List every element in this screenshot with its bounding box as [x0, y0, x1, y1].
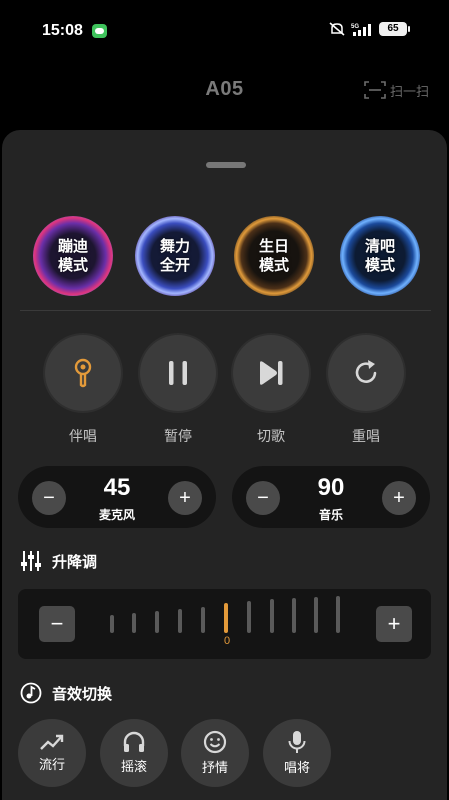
mode-label: 蹦迪 模式 — [57, 238, 88, 274]
music-note-icon — [20, 682, 42, 704]
pitch-tick — [178, 609, 182, 633]
status-time: 15:08 — [42, 22, 83, 39]
scan-button[interactable]: 扫一扫 — [364, 80, 429, 100]
ctrl-label: 暂停 — [164, 428, 192, 444]
pause-icon — [169, 361, 187, 385]
status-icons: 5G 65 — [329, 22, 410, 36]
effect-lyrical-button[interactable]: 抒情 — [181, 719, 249, 787]
mode-disco[interactable]: 蹦迪 模式 — [33, 216, 113, 296]
effect-section-title: 音效切换 — [20, 682, 112, 704]
pitch-control: − 0 + — [18, 589, 431, 659]
skip-button[interactable] — [233, 335, 309, 411]
mode-birthday[interactable]: 生日 模式 — [234, 216, 314, 296]
mode-dance[interactable]: 舞力 全开 — [135, 216, 215, 296]
pitch-tick — [292, 598, 296, 633]
5g-signal-icon: 5G — [351, 24, 371, 36]
smile-icon — [203, 730, 227, 754]
skip-next-icon — [260, 361, 283, 385]
pitch-tick — [247, 601, 251, 633]
pitch-increase-button[interactable]: + — [376, 606, 412, 642]
equalizer-icon — [21, 551, 41, 571]
replay-icon — [355, 360, 377, 383]
ctrl-label: 伴唱 — [69, 428, 97, 444]
music-volume-control: − 90 音乐 + — [232, 466, 430, 528]
pitch-tick — [314, 597, 318, 633]
mic-volume-increase-button[interactable]: + — [168, 481, 202, 515]
pitch-title: 升降调 — [52, 553, 98, 571]
divider — [20, 310, 431, 311]
ctrl-label: 重唱 — [352, 428, 380, 444]
pitch-tick — [270, 599, 274, 633]
mode-label: 生日 模式 — [258, 238, 289, 274]
control-sheet: 蹦迪 模式 舞力 全开 生日 模式 清吧 模式 伴唱 暂停 切歌 重唱 − 45… — [2, 130, 447, 800]
pitch-tick — [155, 611, 159, 633]
scan-icon — [364, 81, 386, 99]
status-bar: 15:08 5G 65 — [0, 0, 449, 62]
pitch-indicator[interactable] — [224, 603, 228, 633]
effect-pop-button[interactable]: 流行 — [18, 719, 86, 787]
microphone-icon — [288, 731, 306, 753]
effect-label: 流行 — [38, 757, 65, 772]
effect-label: 唱将 — [283, 760, 310, 775]
pitch-tick — [336, 596, 340, 633]
pitch-tick — [110, 615, 114, 633]
microphone-icon — [74, 358, 92, 388]
headphones-icon — [123, 731, 145, 752]
sheet-handle[interactable] — [206, 162, 246, 168]
pitch-section-title: 升降调 — [20, 550, 97, 572]
music-volume-increase-button[interactable]: + — [382, 481, 416, 515]
effect-label: 抒情 — [201, 760, 228, 775]
pitch-decrease-button[interactable]: − — [39, 606, 75, 642]
pitch-tick — [201, 607, 205, 633]
svg-text:5G: 5G — [351, 24, 359, 30]
effect-label: 摇滚 — [120, 759, 147, 774]
effect-star-singer-button[interactable]: 唱将 — [263, 719, 331, 787]
pitch-value: 0 — [223, 635, 231, 647]
mode-bar[interactable]: 清吧 模式 — [340, 216, 420, 296]
battery-icon: 65 — [379, 22, 410, 36]
mic-volume-control: − 45 麦克风 + — [18, 466, 216, 528]
wechat-icon — [92, 24, 107, 38]
ctrl-label: 切歌 — [257, 428, 285, 444]
replay-button[interactable] — [328, 335, 404, 411]
mode-label: 清吧 模式 — [364, 238, 395, 274]
trend-up-icon — [40, 734, 64, 750]
mode-label: 舞力 全开 — [159, 238, 190, 274]
mute-icon — [329, 22, 345, 36]
effect-rock-button[interactable]: 摇滚 — [100, 719, 168, 787]
pause-button[interactable] — [140, 335, 216, 411]
scan-label: 扫一扫 — [389, 83, 429, 99]
accompany-button[interactable] — [45, 335, 121, 411]
effect-title: 音效切换 — [52, 685, 113, 703]
pitch-tick — [132, 613, 136, 633]
